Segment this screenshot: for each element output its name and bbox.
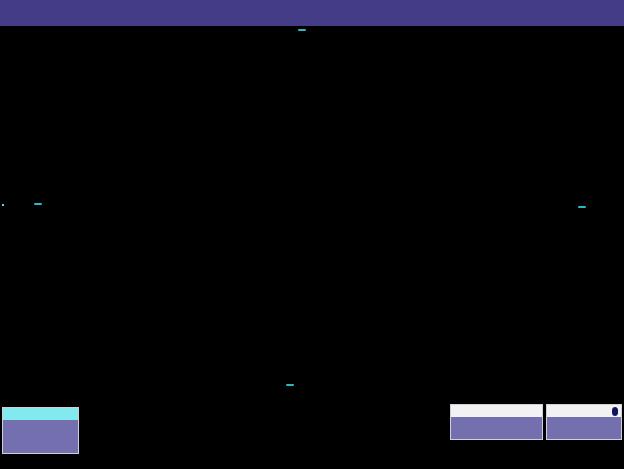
cursor-left-time[interactable]: [34, 203, 42, 205]
menu-bar: [0, 0, 624, 26]
trace-label-eye: [2, 203, 4, 206]
cursor-bottom-voltage[interactable]: [286, 384, 294, 386]
oscilloscope-screen: [0, 0, 624, 469]
eye-trace-panel[interactable]: [2, 407, 79, 454]
trigger-source-badge: [612, 407, 618, 416]
waveform-display: [0, 0, 624, 469]
timebase-panel[interactable]: [450, 404, 543, 440]
cursor-right-time[interactable]: [578, 206, 586, 208]
cursor-top-voltage[interactable]: [298, 29, 306, 31]
trigger-panel[interactable]: [546, 404, 622, 440]
